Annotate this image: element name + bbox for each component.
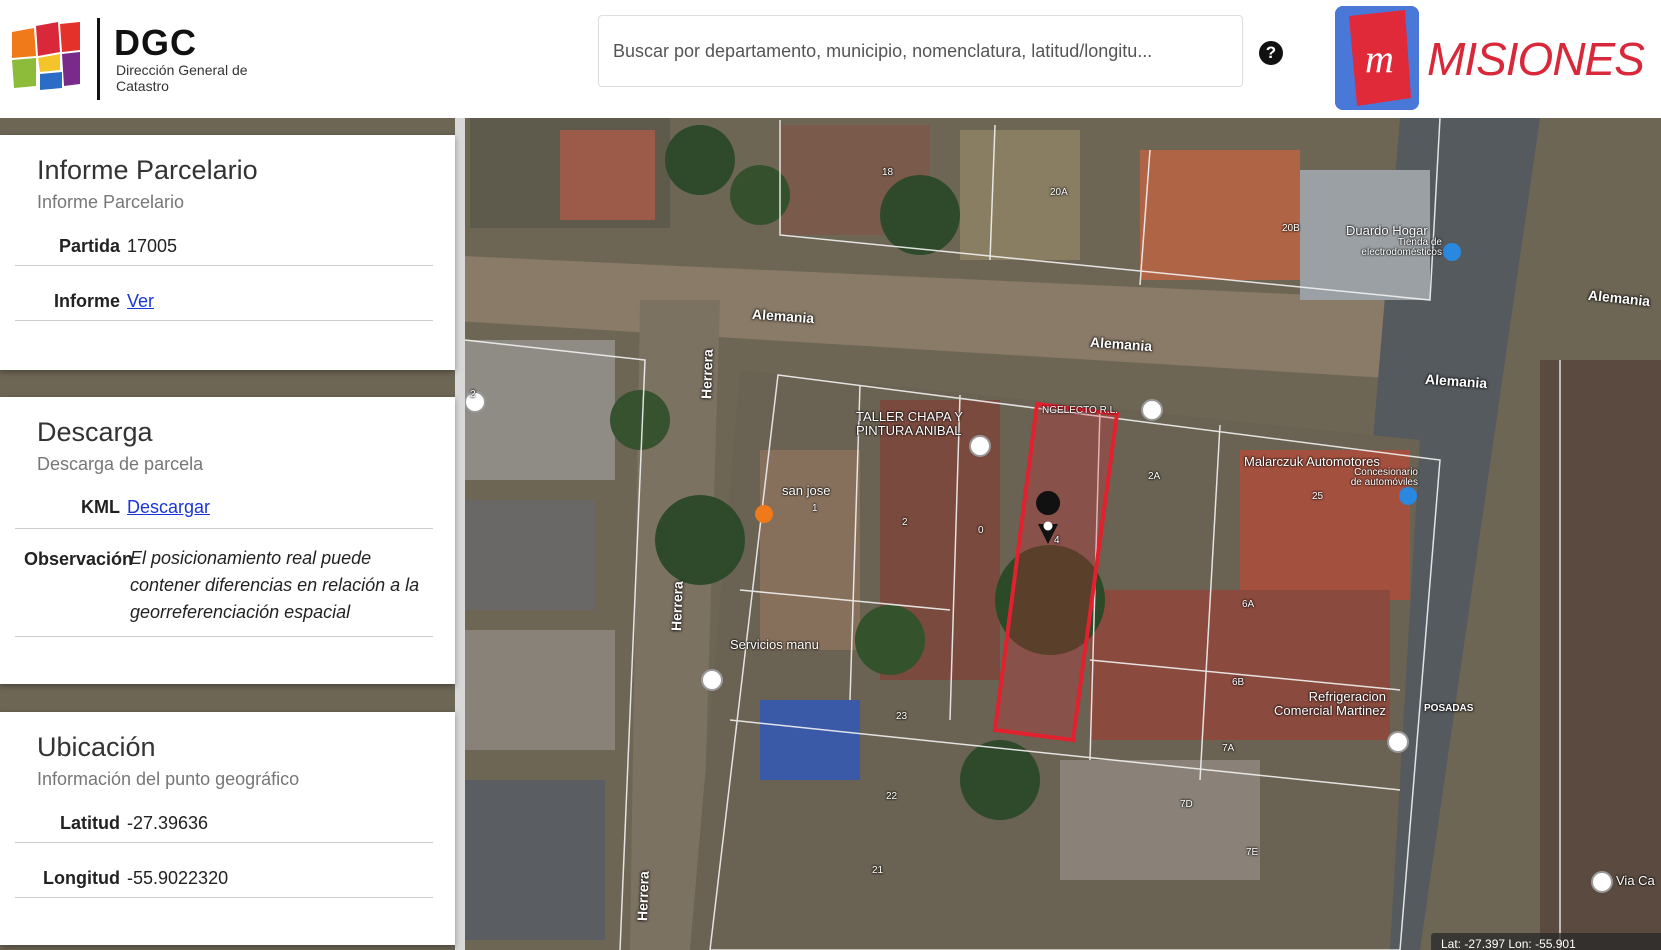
parcel-number: 2 xyxy=(470,389,476,400)
kml-row: KML Descargar xyxy=(15,489,433,529)
logo-title: DGC xyxy=(114,22,197,63)
poi-label[interactable]: Servicios manu xyxy=(730,638,819,652)
latitud-row: Latitud -27.39636 xyxy=(15,808,433,843)
parcel-number: 2 xyxy=(902,517,908,528)
parcel-number: 7A xyxy=(1222,743,1235,754)
street-label-herrera: Herrera xyxy=(668,580,686,632)
parcel-number: 21 xyxy=(872,865,884,876)
parcel-number: 2A xyxy=(1148,471,1161,482)
misiones-logo-icon: m xyxy=(1335,6,1419,110)
header: DGC Dirección General de Catastro ? m MI… xyxy=(0,0,1661,118)
latitud-value: -27.39636 xyxy=(127,813,209,833)
logo-subtitle: Dirección General de Catastro xyxy=(116,62,248,94)
partida-label: Partida xyxy=(58,236,120,256)
parcel-number: 20A xyxy=(1050,187,1068,198)
street-label-herrera: Herrera xyxy=(634,870,652,922)
parcel-number: 7D xyxy=(1180,799,1193,810)
panel-subtitle: Información del punto geográfico xyxy=(37,769,300,789)
poi-label[interactable]: TALLER CHAPA Y PINTURA ANIBAL xyxy=(856,410,976,438)
parcel-number: 6A xyxy=(1242,599,1255,610)
street-label-herrera: Herrera xyxy=(698,348,716,400)
informe-row: Informe Ver xyxy=(15,286,433,321)
panel-title: Descarga xyxy=(37,417,153,447)
descarga-panel: Descarga Descarga de parcela KML Descarg… xyxy=(0,397,455,684)
parcel-number: 23 xyxy=(896,711,908,722)
parcel-number: 20B xyxy=(1282,223,1300,234)
panel-subtitle: Informe Parcelario xyxy=(37,192,185,212)
ver-informe-link[interactable]: Ver xyxy=(127,291,154,312)
descargar-kml-link[interactable]: Descargar xyxy=(127,497,210,518)
parcel-number: 6B xyxy=(1232,677,1245,688)
parcel-number: 1 xyxy=(812,503,818,514)
help-icon[interactable]: ? xyxy=(1259,41,1283,65)
search-input[interactable] xyxy=(599,16,1242,86)
partida-row: Partida 17005 xyxy=(15,231,433,266)
parcel-number: 25 xyxy=(1312,491,1324,502)
panel-subtitle: Descarga de parcela xyxy=(37,454,204,474)
informe-parcelario-panel: Informe Parcelario Informe Parcelario Pa… xyxy=(0,135,455,370)
panel-title: Informe Parcelario xyxy=(37,155,258,185)
parcel-number: 7E xyxy=(1246,847,1259,858)
poi-label[interactable]: san jose xyxy=(782,484,830,498)
partida-value: 17005 xyxy=(127,236,178,256)
informe-label: Informe xyxy=(53,291,120,311)
sidebar-edge xyxy=(455,118,465,950)
parcel-number: 0 xyxy=(978,525,984,536)
panel-title: Ubicación xyxy=(37,732,156,762)
street-label-posadas: POSADAS xyxy=(1424,703,1474,714)
longitud-label: Longitud xyxy=(43,868,120,888)
longitud-row: Longitud -55.9022320 xyxy=(15,863,433,898)
poi-label[interactable]: Duardo Hogar xyxy=(1346,224,1428,238)
parcel-number: 18 xyxy=(882,167,894,178)
logo-divider xyxy=(97,18,100,100)
poi-label[interactable]: NGELECTO R.L. xyxy=(1042,406,1118,416)
observacion-label: Observación xyxy=(23,549,133,569)
longitud-value: -55.9022320 xyxy=(127,868,229,888)
kml-label: KML xyxy=(81,497,120,517)
poi-sublabel: Concesionario de automóviles xyxy=(1350,467,1418,488)
poi-label[interactable]: Via Ca xyxy=(1616,874,1655,888)
parcel-number: 22 xyxy=(886,791,898,802)
dgc-logo-icon xyxy=(12,22,80,90)
observacion-row: Observación El posicionamiento real pued… xyxy=(15,545,433,637)
misiones-brand-text: MISIONES xyxy=(1427,33,1645,85)
observacion-value: El posicionamiento real puede contener d… xyxy=(130,548,420,622)
parcel-number: 4 xyxy=(1054,535,1060,546)
poi-label[interactable]: Refrigeracion Comercial Martinez xyxy=(1256,690,1386,718)
poi-sublabel: Tienda de electrodomésticos xyxy=(1361,237,1442,258)
ubicacion-panel: Ubicación Información del punto geográfi… xyxy=(0,712,455,945)
search-box[interactable] xyxy=(598,15,1243,87)
coordinate-readout: Lat: -27.397 Lon: -55.901 xyxy=(1431,933,1661,950)
misiones-mark: m xyxy=(1365,36,1394,81)
latitud-label: Latitud xyxy=(60,813,120,833)
